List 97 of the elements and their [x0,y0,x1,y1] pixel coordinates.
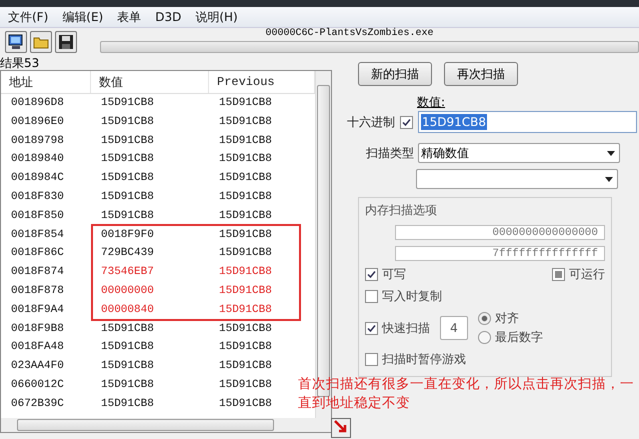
option-label: 写入时复制 [382,288,442,305]
scan-type-label: 扫描类型 [366,144,414,162]
previous-cell-text: 15D91CB8 [218,246,273,262]
value-type-dropdown[interactable] [416,169,618,189]
save-button[interactable] [55,31,77,53]
horizontal-scrollbar[interactable] [1,418,331,432]
address-cell-text: 001896D8 [10,96,65,111]
add-address-button[interactable] [331,418,351,438]
process-select-button[interactable] [5,31,27,53]
address-cell-text: 0018F830 [10,190,65,205]
value-cell-text: 15D91CB8 [100,396,155,412]
previous-cell-text: 15D91CB8 [218,378,273,393]
radio-button[interactable] [478,331,491,344]
arrow-icon [333,419,349,435]
annotation-note: 首次扫描还有很多一直在变化，所以点击再次扫描，一直到地址稳定不变 [298,375,635,413]
address-cell-text: 0018F874 [10,265,65,280]
scan-type-dropdown[interactable]: 精确数值 [418,143,620,163]
address-cell-text: 023AA4F0 [10,359,65,374]
address-cell-text: 0018F850 [10,208,65,224]
previous-cell-text: 15D91CB8 [218,208,273,224]
value-cell-text: 00000840 [100,302,155,318]
open-button[interactable] [30,31,52,53]
checkbox[interactable] [365,290,378,303]
value-cell-text: 15D91CB8 [100,378,155,393]
value-cell-text: 15D91CB8 [100,171,155,186]
stop-address-field[interactable]: 7fffffffffffffff [395,246,605,261]
option-label: 扫描时暂停游戏 [382,351,466,368]
radio-label: 对齐 [495,310,519,327]
previous-cell-text: 15D91CB8 [218,265,273,280]
previous-cell-text: 15D91CB8 [218,322,273,337]
previous-cell-text: 15D91CB8 [218,340,273,356]
menu-item[interactable]: 说明(H) [195,8,238,26]
checkbox[interactable] [365,322,378,334]
address-cell-text: 0018F86C [10,246,65,262]
checkbox[interactable] [552,268,565,281]
process-title: 00000C6C-PlantsVsZombies.exe [264,28,435,38]
previous-cell-text: 15D91CB8 [218,302,273,318]
value-field[interactable]: 15D91CB8 [418,111,637,133]
previous-cell-text: 15D91CB8 [218,152,273,168]
previous-cell-text: 15D91CB8 [218,171,273,186]
column-header[interactable]: 地址 [1,71,91,93]
scan-button[interactable]: 再次扫描 [444,62,518,86]
menu-item[interactable]: 编辑(E) [62,8,104,26]
previous-cell-text: 15D91CB8 [218,396,273,412]
value-cell-text: 729BC439 [100,246,155,262]
computer-icon [8,34,24,50]
option-label: 快速扫描 [382,320,430,336]
address-cell-text: 0018F854 [10,228,65,243]
dropdown-arrow-icon [607,150,615,156]
results-count: 结果53 [0,56,40,70]
alignment-field[interactable]: 4 [440,316,468,340]
hex-label: 十六进制 [347,114,395,130]
checkbox[interactable] [365,353,378,366]
scan-button[interactable]: 新的扫描 [358,62,432,86]
previous-cell-text: 15D91CB8 [218,96,273,111]
address-cell-text: 0018FA48 [10,340,65,356]
value-cell-text: 15D91CB8 [100,208,155,224]
value-cell-text: 15D91CB8 [100,114,155,130]
value-label: 数值: [417,94,446,111]
previous-cell-text: 15D91CB8 [218,134,273,149]
dropdown-arrow-icon [605,176,613,182]
option-label: 可写 [382,266,406,283]
start-address-field[interactable]: 0000000000000000 [395,225,605,240]
group-title: 内存扫描选项 [365,202,438,219]
menu-item[interactable]: 文件(F) [8,8,48,26]
value-cell-text: 15D91CB8 [100,359,155,374]
address-cell-text: 0018F878 [10,284,65,299]
hex-checkbox[interactable] [400,116,413,128]
value-cell-text: 15D91CB8 [100,190,155,205]
previous-cell-text: 15D91CB8 [218,359,273,374]
address-cell-text: 001896E0 [10,114,65,130]
value-cell-text: 15D91CB8 [100,152,155,168]
address-cell-text: 00189798 [10,134,65,149]
address-cell-text: 0018F9A4 [10,302,65,318]
address-cell-text: 0018F9B8 [10,322,65,337]
value-cell-text: 15D91CB8 [100,96,155,111]
column-header[interactable]: 数值 [91,71,209,93]
option-label: 可运行 [569,266,605,283]
previous-cell-text: 15D91CB8 [218,114,273,130]
value-cell-text: 00000000 [100,284,155,299]
value-cell-text: 15D91CB8 [100,340,155,356]
value-cell-text: 15D91CB8 [100,134,155,149]
radio-button[interactable] [478,312,491,325]
address-cell-text: 0672B39C [10,396,65,412]
previous-cell-text: 15D91CB8 [218,284,273,299]
menu-item[interactable]: 表单 [117,8,142,26]
value-cell-text: 73546EB7 [100,265,155,280]
checkbox[interactable] [365,268,378,281]
address-cell-text: 0018984C [10,171,65,186]
value-cell-text: 0018F9F0 [100,228,155,243]
address-cell-text: 00189840 [10,152,65,168]
address-cell-text: 0660012C [10,378,65,393]
previous-cell-text: 15D91CB8 [218,228,273,243]
radio-label: 最后数字 [495,329,543,346]
value-cell-text: 15D91CB8 [100,322,155,337]
previous-cell-text: 15D91CB8 [218,190,273,205]
menu-item[interactable]: D3D [155,10,182,24]
